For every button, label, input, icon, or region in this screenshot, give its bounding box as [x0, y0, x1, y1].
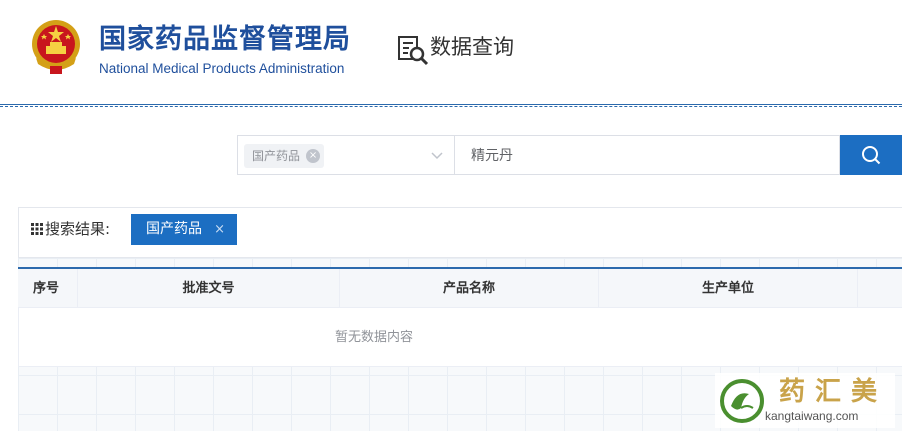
column-header-product-name[interactable]: 产品名称	[340, 269, 599, 307]
table-empty-message: 暂无数据内容	[18, 308, 902, 367]
brand-domain: kangtaiwang.com	[765, 409, 859, 423]
search-icon	[862, 146, 881, 165]
search-button[interactable]	[840, 135, 902, 175]
search-results-label: 搜索结果:	[45, 220, 111, 238]
data-query-title: 数据查询	[430, 35, 514, 59]
category-tag-close-icon[interactable]: ×	[306, 149, 321, 163]
active-filter-close-icon[interactable]: ×	[214, 214, 225, 245]
column-header-extra	[858, 269, 902, 307]
active-filter-label: 国产药品	[146, 221, 202, 237]
org-name-en: National Medical Products Administration	[99, 61, 345, 76]
column-header-index[interactable]: 序号	[18, 269, 78, 307]
org-name-cn: 国家药品监督管理局	[99, 24, 351, 55]
brand-watermark: 药汇美 kangtaiwang.com	[715, 373, 895, 428]
column-header-manufacturer[interactable]: 生产单位	[599, 269, 858, 307]
brand-name-cn: 药汇美	[779, 377, 888, 407]
grid-icon	[31, 223, 43, 235]
active-filter-chip[interactable]: 国产药品 ×	[131, 214, 237, 245]
column-header-approval-number[interactable]: 批准文号	[78, 269, 340, 307]
category-select[interactable]: 国产药品 ×	[237, 135, 454, 175]
category-tag-label: 国产药品	[252, 149, 301, 163]
site-header: 国家药品监督管理局 National Medical Products Admi…	[0, 0, 902, 104]
category-tag: 国产药品 ×	[244, 144, 325, 168]
results-table: 序号 批准文号 产品名称 生产单位 暂无数据内容	[18, 267, 902, 367]
chevron-down-icon[interactable]	[430, 148, 444, 162]
search-input[interactable]	[454, 135, 840, 175]
search-results-bar: 搜索结果: 国产药品 ×	[18, 207, 902, 258]
table-header: 序号 批准文号 产品名称 生产单位	[18, 269, 902, 308]
header-divider	[0, 104, 902, 107]
data-query-icon	[398, 36, 429, 66]
national-emblem-icon	[32, 20, 80, 74]
brand-logo-icon	[720, 379, 764, 423]
